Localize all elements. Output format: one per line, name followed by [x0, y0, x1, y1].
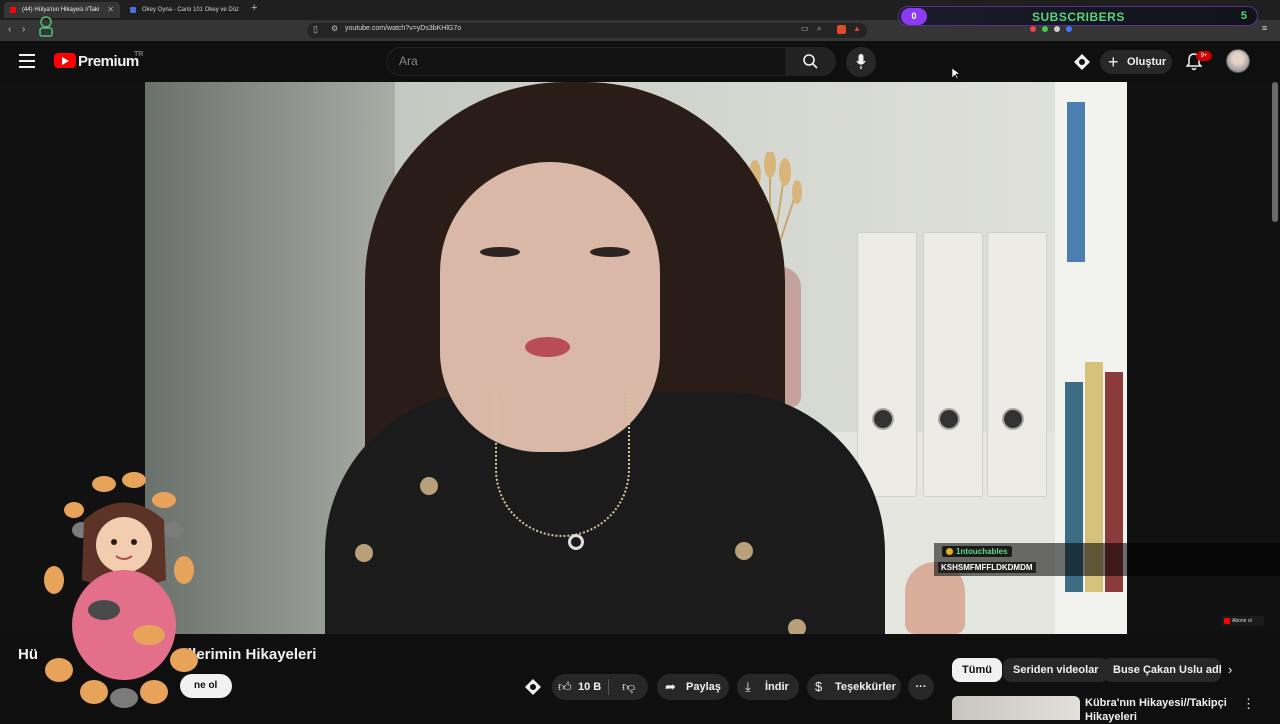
- mouse-cursor-icon: [952, 68, 960, 80]
- account-avatar[interactable]: [1226, 49, 1250, 73]
- rewards-icon[interactable]: ▲: [853, 24, 861, 33]
- okey-favicon-icon: [130, 7, 136, 13]
- tab-okey[interactable]: Okey Oyna - Canlı 101 Okey ve Düz: [124, 2, 248, 18]
- premium-gem-icon[interactable]: [524, 678, 542, 696]
- tab-title: (44) Hülya'nın Hikayesi //Taki: [22, 7, 100, 13]
- search-icon: [803, 54, 818, 69]
- extension-icon[interactable]: [1042, 26, 1048, 32]
- search-box: [386, 47, 786, 76]
- thanks-label: Teşekkürler: [835, 681, 896, 693]
- close-tab-icon[interactable]: ✕: [107, 2, 114, 18]
- chat-text: KSHSMFMFFLDKDMDM: [938, 562, 1036, 573]
- voice-search-button[interactable]: [846, 47, 876, 77]
- super-thanks-icon: $: [815, 679, 823, 694]
- binder: [923, 232, 983, 497]
- microphone-icon: [856, 54, 866, 69]
- search-button[interactable]: [786, 47, 836, 76]
- like-count[interactable]: 10 B: [578, 674, 601, 700]
- forward-icon[interactable]: ›: [22, 24, 25, 35]
- chat-badge-icon: [946, 548, 953, 555]
- youtube-header: Premium TR + Oluştur 9+: [0, 41, 1280, 82]
- page-scrollbar[interactable]: [1272, 82, 1278, 222]
- premium-gem-icon[interactable]: [1073, 53, 1091, 71]
- recommendation-thumbnail[interactable]: [952, 696, 1080, 720]
- thanks-button[interactable]: $ Teşekkürler: [807, 674, 901, 700]
- hamburger-menu-icon[interactable]: [19, 54, 35, 68]
- back-icon[interactable]: ‹: [8, 24, 11, 35]
- cat-lady-sticker: [44, 472, 198, 708]
- download-button[interactable]: ⤓ İndir: [737, 674, 799, 700]
- url-field[interactable]: ▯ ⚙ youtube.com/watch?v=yDs3bKHlG7o ▭ ⌕ …: [307, 23, 867, 38]
- dislike-icon[interactable]: 👎︎: [622, 674, 635, 700]
- extension-icon[interactable]: [1054, 26, 1060, 32]
- extension-icon[interactable]: [1066, 26, 1072, 32]
- brave-shield-icon[interactable]: [837, 25, 846, 34]
- create-button[interactable]: + Oluştur: [1100, 50, 1172, 74]
- url-text: youtube.com/watch?v=yDs3bKHlG7o: [345, 25, 462, 32]
- like-dislike-group: 👍︎ 10 B 👎︎: [552, 674, 648, 700]
- plus-icon: +: [1108, 52, 1119, 72]
- zoom-icon[interactable]: ⌕: [817, 24, 821, 34]
- binder: [987, 232, 1047, 497]
- tab-title: Okey Oyna - Canlı 101 Okey ve Düz: [142, 7, 240, 13]
- tab-hulya[interactable]: (44) Hülya'nın Hikayesi //Taki ✕: [4, 2, 120, 18]
- extension-robot-icon[interactable]: [36, 14, 56, 40]
- logo-text: Premium: [78, 53, 139, 70]
- bookmark-icon[interactable]: ▯: [313, 24, 318, 35]
- youtube-play-icon: [54, 53, 76, 68]
- country-code: TR: [134, 51, 144, 58]
- chevron-right-icon[interactable]: ›: [1228, 658, 1246, 682]
- stream-chat-message: 1ntouchables KSHSMFMFFLDKDMDM: [934, 543, 1280, 576]
- subscriber-label: SUBSCRIBERS: [1032, 10, 1125, 24]
- share-label: Paylaş: [686, 681, 721, 693]
- pendant: [568, 534, 584, 550]
- binder: [857, 232, 917, 497]
- like-icon[interactable]: 👍︎: [558, 674, 572, 700]
- share-button[interactable]: ➦ Paylaş: [657, 674, 729, 700]
- notification-count-badge: 9+: [1196, 51, 1212, 61]
- browser-menu-icon[interactable]: ≡: [1262, 23, 1267, 33]
- subscriber-goal-overlay: 0 SUBSCRIBERS 5: [898, 6, 1258, 26]
- subscribe-watermark[interactable]: Abone ol: [1222, 616, 1264, 626]
- site-info-icon[interactable]: ⚙: [331, 24, 338, 33]
- extensions-toolbar: ≡: [1030, 23, 1268, 36]
- extension-icon[interactable]: [1030, 26, 1036, 32]
- necklace: [495, 392, 630, 537]
- subscriber-start-count: 0: [901, 8, 927, 25]
- chip-all[interactable]: Tümü: [952, 658, 1002, 682]
- cast-icon[interactable]: ▭: [801, 24, 809, 33]
- share-icon: ➦: [665, 679, 676, 694]
- download-icon: ⤓: [745, 679, 751, 694]
- download-label: İndir: [765, 681, 789, 693]
- more-options-icon[interactable]: ⋮: [1242, 696, 1255, 712]
- search-input[interactable]: [399, 54, 769, 68]
- subscriber-goal-count: 5: [1240, 10, 1247, 22]
- chip-channel[interactable]: Buse Çakan Uslu adlı: [1103, 658, 1221, 682]
- youtube-favicon-icon: [10, 7, 16, 13]
- chip-series-videos[interactable]: Seriden videolar: [1003, 658, 1109, 682]
- more-actions-button[interactable]: ···: [908, 674, 934, 700]
- create-label: Oluştur: [1127, 56, 1167, 68]
- new-tab-icon[interactable]: +: [251, 2, 257, 14]
- chat-username: 1ntouchables: [942, 546, 1012, 557]
